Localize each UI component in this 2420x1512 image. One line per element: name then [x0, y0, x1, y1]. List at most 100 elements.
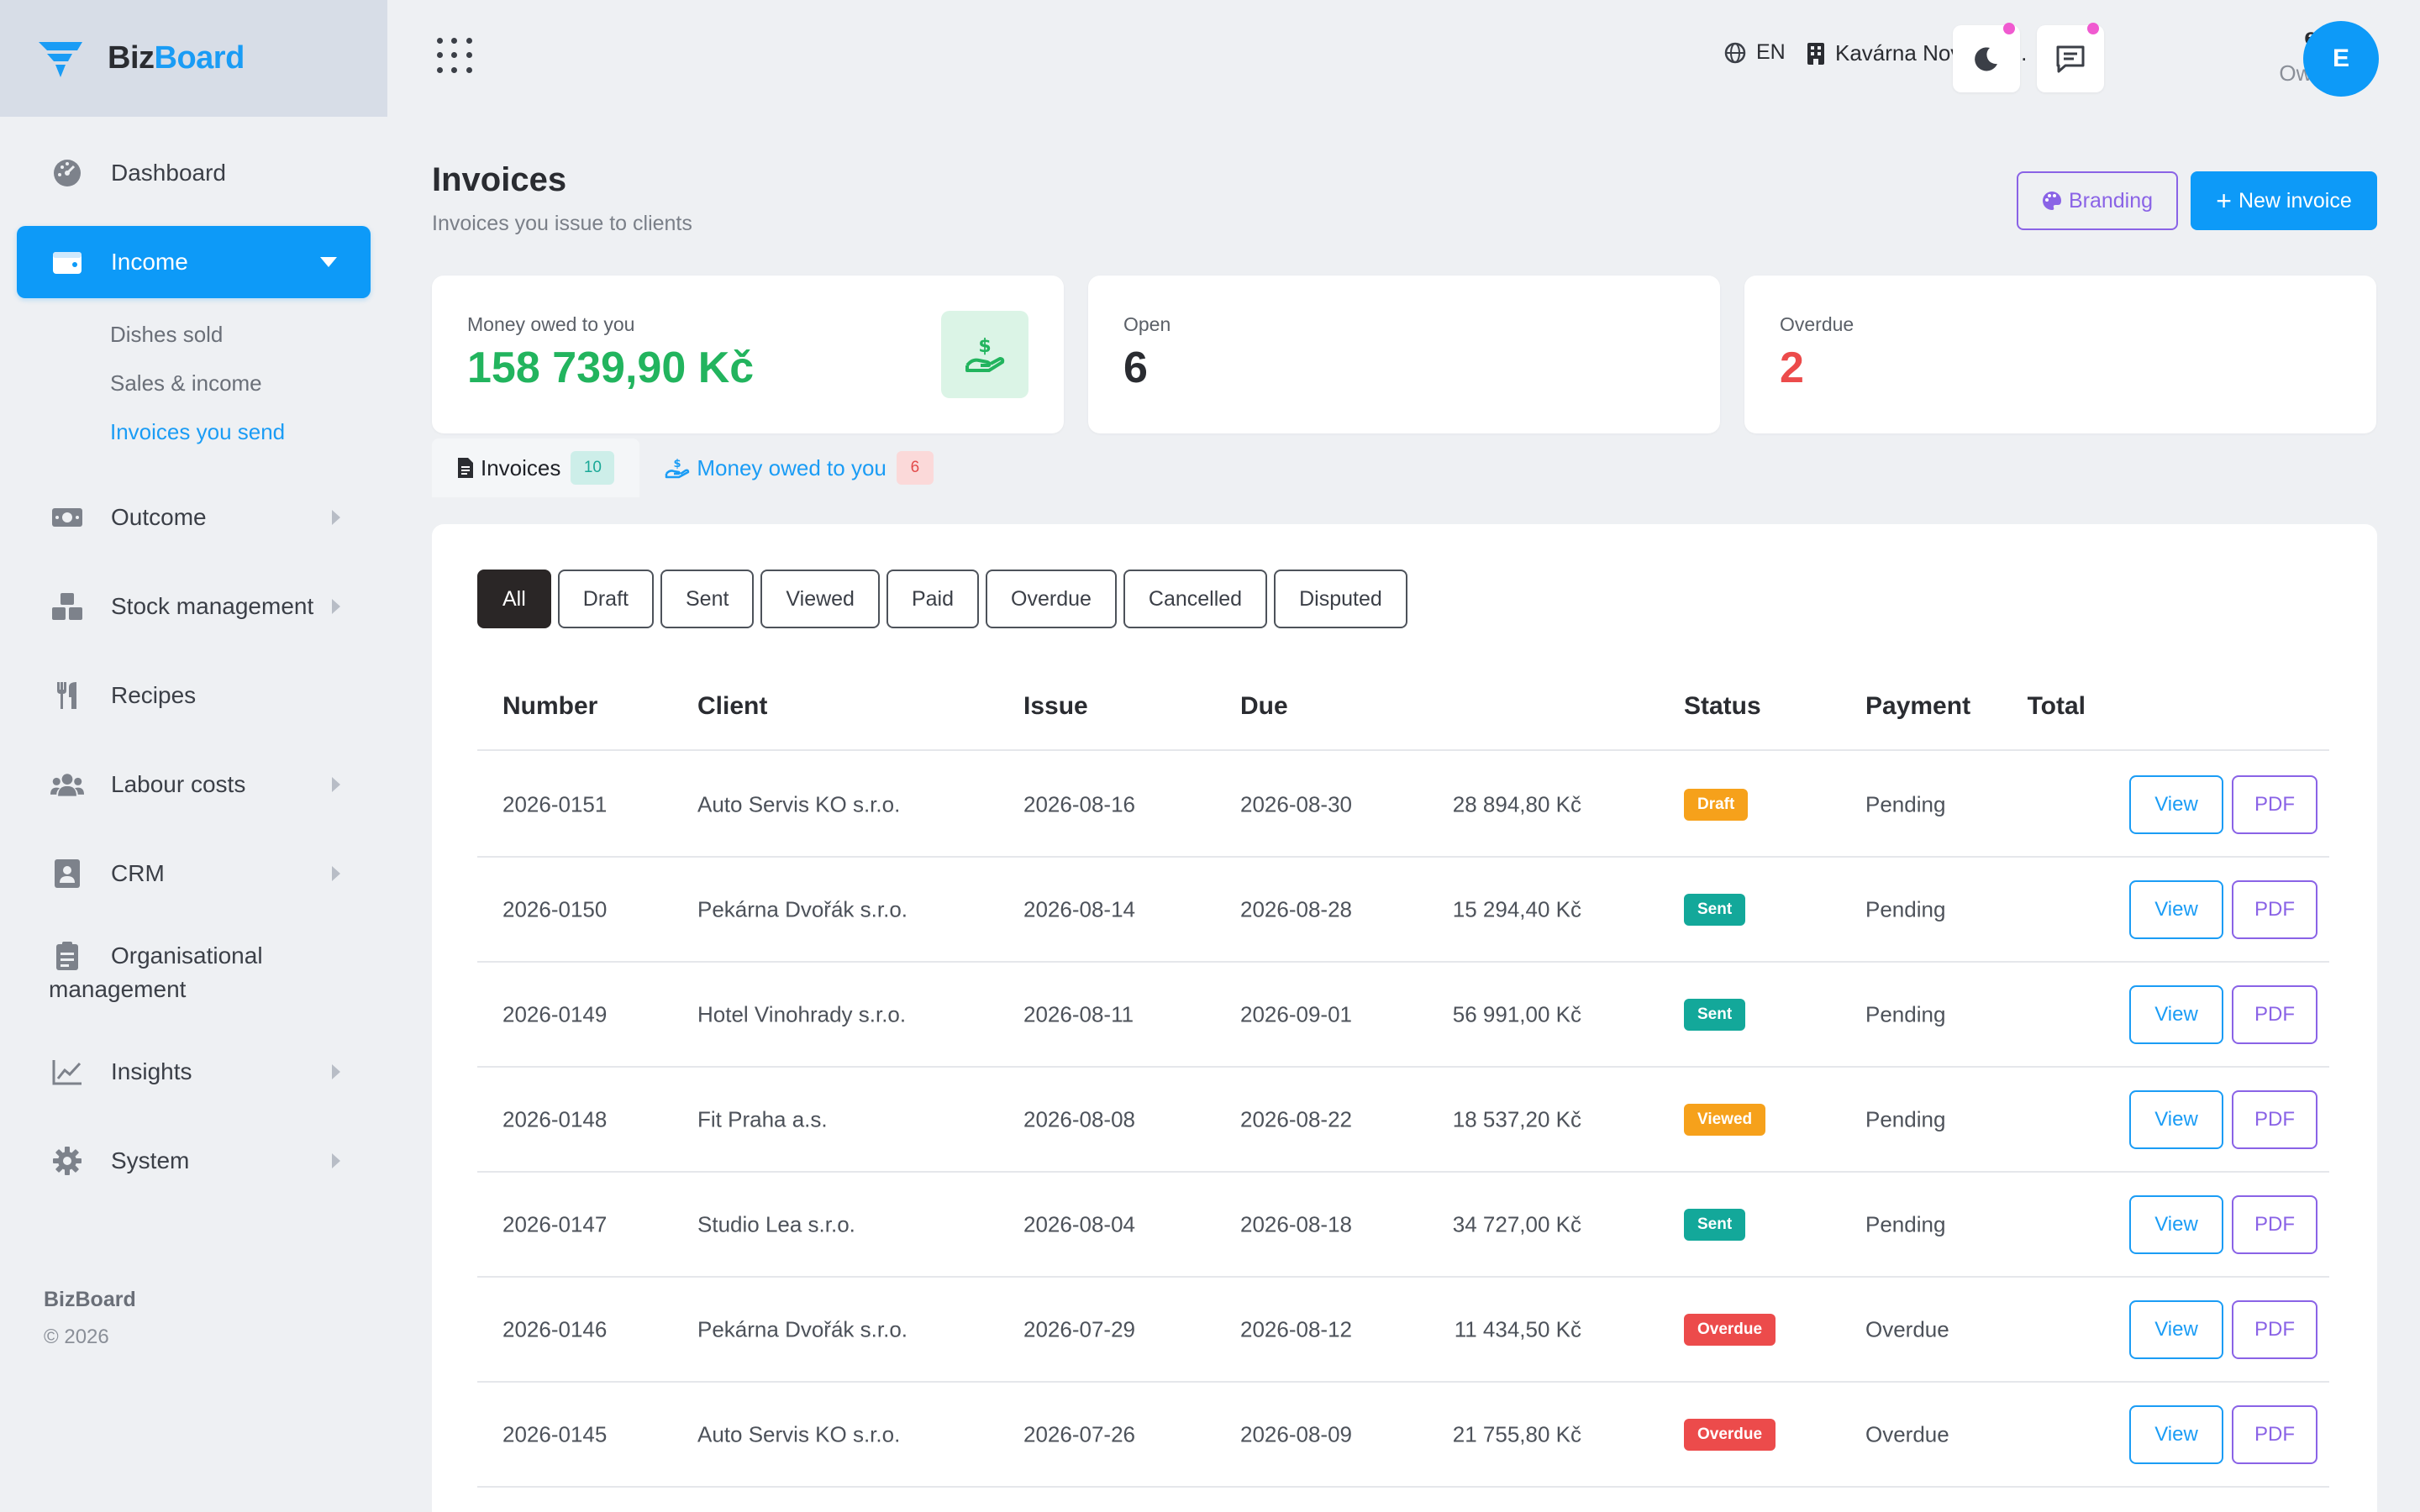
- users-icon: [50, 768, 84, 801]
- invoice-client: Pekárna Dvořák s.r.o.: [697, 896, 908, 921]
- sidebar-item-outcome[interactable]: Outcome: [17, 481, 371, 554]
- status-badge: Draft: [1684, 788, 1749, 821]
- brand-name[interactable]: BizBoard: [108, 40, 245, 76]
- messages-button[interactable]: [2037, 23, 2104, 92]
- chevron-right-icon: [332, 1153, 340, 1168]
- view-button[interactable]: View: [2129, 1194, 2223, 1254]
- status-filters: All Draft Sent Viewed Paid Overdue Cance…: [477, 570, 1407, 628]
- sidebar-item-label: Organisational management: [49, 942, 263, 1002]
- filter-disputed[interactable]: Disputed: [1274, 570, 1407, 628]
- branding-label: Branding: [2068, 188, 2154, 213]
- invoice-issue-date: 2026-07-29: [1023, 1316, 1135, 1341]
- invoice-issue-date: 2026-08-14: [1023, 896, 1135, 921]
- filter-overdue[interactable]: Overdue: [986, 570, 1117, 628]
- stat-card-overdue: Overdue 2: [1744, 276, 2376, 433]
- avatar[interactable]: E: [2303, 21, 2379, 97]
- invoice-number: 2026-0145: [502, 1421, 608, 1446]
- sidebar-item-dashboard[interactable]: Dashboard: [17, 137, 371, 209]
- dark-mode-toggle[interactable]: [1953, 23, 2020, 92]
- stat-label: Money owed to you: [467, 313, 635, 335]
- brand-name-part2: Board: [154, 40, 245, 76]
- view-button[interactable]: View: [2129, 1089, 2223, 1149]
- pdf-button[interactable]: PDF: [2232, 1194, 2317, 1254]
- filter-paid[interactable]: Paid: [886, 570, 980, 628]
- column-header-status[interactable]: Status: [1684, 692, 1761, 721]
- sidebar-item-label: Labour costs: [111, 771, 246, 797]
- column-header-payment[interactable]: Payment: [1865, 692, 1970, 721]
- stat-value: 158 739,90 Kč: [467, 344, 755, 392]
- invoices-panel: All Draft Sent Viewed Paid Overdue Cance…: [432, 524, 2377, 1512]
- sidebar-item-organisational-management[interactable]: Organisational management: [17, 927, 371, 1019]
- tab-invoices[interactable]: Invoices 10: [432, 438, 640, 497]
- invoice-total: 18 537,20 Kč: [1452, 1106, 1581, 1131]
- filter-cancelled[interactable]: Cancelled: [1123, 570, 1268, 628]
- sidebar-item-income[interactable]: Income: [17, 226, 371, 298]
- pdf-button[interactable]: PDF: [2232, 984, 2317, 1044]
- sidebar-item-label: Recipes: [111, 682, 197, 708]
- language-switcher[interactable]: EN: [1724, 40, 1786, 65]
- subnav-item-sales-income[interactable]: Sales & income: [110, 359, 387, 407]
- subnav-item-invoices-you-send[interactable]: Invoices you send: [110, 407, 387, 456]
- column-header-number[interactable]: Number: [502, 692, 597, 721]
- filter-all[interactable]: All: [477, 570, 551, 628]
- sidebar-item-labour-costs[interactable]: Labour costs: [17, 748, 371, 821]
- invoice-number: 2026-0149: [502, 1001, 608, 1026]
- pdf-button[interactable]: PDF: [2232, 1299, 2317, 1359]
- notification-dot: [2003, 23, 2015, 34]
- sidebar-item-label: Outcome: [111, 504, 207, 530]
- money-icon: [50, 501, 84, 534]
- view-button[interactable]: View: [2129, 1404, 2223, 1464]
- column-header-due[interactable]: Due: [1240, 692, 1288, 721]
- sidebar-item-system[interactable]: System: [17, 1125, 371, 1197]
- building-icon: [1807, 42, 1824, 65]
- table-row: 2026-0147 Studio Lea s.r.o. 2026-08-04 2026…: [477, 1173, 2329, 1278]
- invoice-payment-status: Pending: [1865, 1001, 1946, 1026]
- apps-grid-icon[interactable]: [437, 38, 474, 75]
- sidebar-item-crm[interactable]: CRM: [17, 837, 371, 910]
- globe-icon: [1724, 42, 1746, 63]
- pdf-button[interactable]: PDF: [2232, 774, 2317, 834]
- invoice-due-date: 2026-08-12: [1240, 1316, 1352, 1341]
- tab-money-owed[interactable]: $ Money owed to you 6: [639, 438, 958, 497]
- invoice-client: Hotel Vinohrady s.r.o.: [697, 1001, 907, 1026]
- subnav-item-dishes-sold[interactable]: Dishes sold: [110, 310, 387, 359]
- chevron-right-icon: [332, 866, 340, 881]
- view-button[interactable]: View: [2129, 774, 2223, 834]
- invoice-client: Fit Praha a.s.: [697, 1106, 828, 1131]
- column-header-issue[interactable]: Issue: [1023, 692, 1088, 721]
- invoice-issue-date: 2026-08-11: [1023, 1001, 1134, 1026]
- sidebar-item-insights[interactable]: Insights: [17, 1036, 371, 1108]
- pdf-button[interactable]: PDF: [2232, 879, 2317, 939]
- hand-holding-dollar-icon: $: [941, 311, 1028, 398]
- pdf-button[interactable]: PDF: [2232, 1404, 2317, 1464]
- table-row: 2026-0145 Auto Servis KO s.r.o. 2026-07-26…: [477, 1383, 2329, 1488]
- hand-holding-dollar-icon: $: [666, 458, 690, 479]
- status-badge: Viewed: [1684, 1103, 1766, 1136]
- branding-button[interactable]: Branding: [2017, 171, 2178, 230]
- status-badge: Sent: [1684, 998, 1746, 1031]
- sidebar-item-recipes[interactable]: Recipes: [17, 659, 371, 732]
- footer-copyright: © 2026: [44, 1326, 109, 1348]
- filter-draft[interactable]: Draft: [557, 570, 654, 628]
- new-invoice-button[interactable]: + New invoice: [2191, 171, 2377, 230]
- palette-icon: [2042, 192, 2061, 210]
- filter-viewed[interactable]: Viewed: [760, 570, 880, 628]
- status-badge: Overdue: [1684, 1418, 1776, 1451]
- view-button[interactable]: View: [2129, 984, 2223, 1044]
- status-badge: Overdue: [1684, 1313, 1776, 1346]
- pdf-button[interactable]: PDF: [2232, 1089, 2317, 1149]
- invoice-issue-date: 2026-08-08: [1023, 1106, 1135, 1131]
- sidebar-nav: Dashboard Income Dishes sold Sales & inc…: [0, 117, 387, 1197]
- invoice-due-date: 2026-08-28: [1240, 896, 1352, 921]
- column-header-client[interactable]: Client: [697, 692, 767, 721]
- language-label: EN: [1756, 40, 1786, 64]
- invoice-payment-status: Pending: [1865, 1106, 1946, 1131]
- new-invoice-label: New invoice: [2238, 188, 2352, 213]
- sidebar-item-stock-management[interactable]: Stock management: [17, 570, 371, 643]
- svg-text:$: $: [674, 458, 681, 470]
- view-button[interactable]: View: [2129, 1299, 2223, 1359]
- view-button[interactable]: View: [2129, 879, 2223, 939]
- filter-sent[interactable]: Sent: [660, 570, 755, 628]
- bizboard-logo-icon[interactable]: [35, 34, 86, 84]
- table-row: 2026-0149 Hotel Vinohrady s.r.o. 2026-08-1…: [477, 963, 2329, 1068]
